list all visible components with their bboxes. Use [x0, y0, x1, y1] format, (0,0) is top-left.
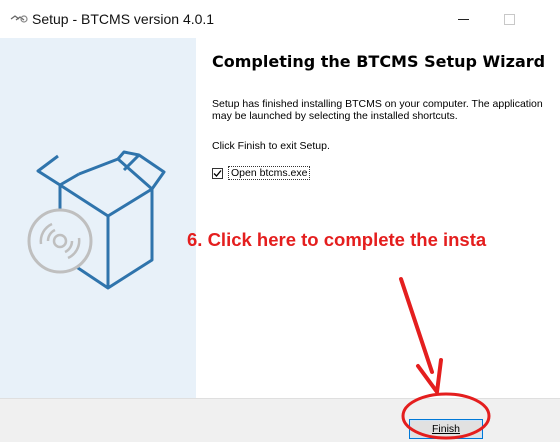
finish-button[interactable]: Finish [409, 419, 483, 439]
page-title: Completing the BTCMS Setup Wizard [212, 52, 546, 71]
completion-description: Setup has finished installing BTCMS on y… [212, 98, 543, 122]
wizard-content: Completing the BTCMS Setup Wizard Setup … [196, 38, 560, 398]
wizard-footer: Finish [0, 398, 560, 442]
exit-instruction: Click Finish to exit Setup. [212, 140, 330, 152]
open-app-option[interactable]: Open btcms.exe [212, 166, 311, 180]
wizard-banner [0, 38, 196, 398]
tutorial-annotation: 6. Click here to complete the insta [187, 229, 487, 250]
maximize-button[interactable] [486, 4, 532, 34]
cd-disc-icon [27, 208, 93, 274]
checkmark-icon [213, 169, 222, 177]
maximize-icon [503, 13, 515, 25]
title-bar: Setup - BTCMS version 4.0.1 [0, 0, 560, 38]
open-app-checkbox[interactable] [212, 167, 223, 179]
open-app-checkbox-label[interactable]: Open btcms.exe [228, 166, 311, 180]
window-title: Setup - BTCMS version 4.0.1 [32, 11, 215, 27]
close-button[interactable] [532, 4, 560, 34]
setup-installer-icon [10, 15, 28, 23]
software-box-illustration [27, 150, 166, 290]
minimize-button[interactable] [440, 4, 486, 34]
minimize-icon [457, 18, 469, 20]
finish-button-label: Finish [431, 423, 460, 435]
